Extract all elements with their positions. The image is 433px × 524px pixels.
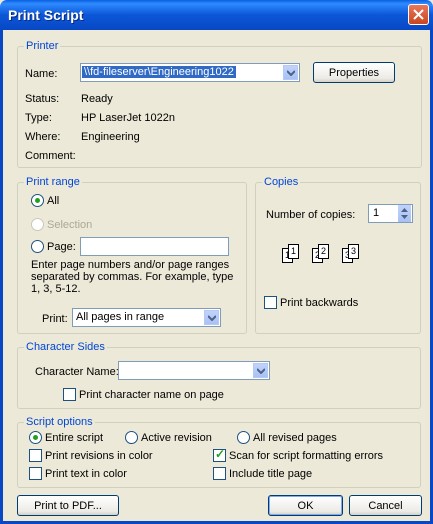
print-range-legend: Print range <box>24 176 82 188</box>
range-page-radio[interactable] <box>31 240 44 253</box>
print-revisions-color-label[interactable]: Print revisions in color <box>45 450 153 462</box>
include-title-page-label[interactable]: Include title page <box>229 468 312 480</box>
comment-label: Comment: <box>25 150 76 162</box>
character-name-select[interactable] <box>118 361 270 380</box>
active-revision-label[interactable]: Active revision <box>141 432 212 444</box>
where-label: Where: <box>25 131 61 143</box>
close-icon <box>413 9 424 20</box>
printer-name-value: \\fd-fileserver\Engineering1022 <box>82 66 236 78</box>
ok-button[interactable]: OK <box>268 495 343 516</box>
printer-name-label: Name: <box>25 68 58 80</box>
spin-arrows-icon <box>401 208 408 219</box>
chevron-down-icon <box>286 69 295 76</box>
range-all-label[interactable]: All <box>47 195 59 207</box>
copies-legend: Copies <box>262 176 301 188</box>
printer-dropdown-button[interactable] <box>283 65 298 80</box>
cancel-label: Cancel <box>368 499 403 512</box>
include-title-page-checkbox[interactable] <box>213 467 226 480</box>
where-value: Engineering <box>81 131 140 143</box>
copies-value: 1 <box>373 207 380 219</box>
page-1-front: 1 <box>288 244 299 259</box>
range-help-line3: 1, 3, 5-12. <box>31 283 81 295</box>
window-title: Print Script <box>8 7 84 23</box>
page-3-front: 3 <box>348 244 359 259</box>
chevron-down-icon <box>207 314 216 321</box>
scan-formatting-errors-label[interactable]: Scan for script formatting errors <box>229 450 383 462</box>
range-selection-radio[interactable] <box>31 218 44 231</box>
print-pages-select[interactable]: All pages in range <box>72 308 221 327</box>
page-2-front: 2 <box>318 244 329 259</box>
all-revised-pages-label[interactable]: All revised pages <box>253 432 337 444</box>
print-pages-dropdown-button[interactable] <box>204 310 219 325</box>
page-range-input[interactable] <box>80 237 229 256</box>
close-button[interactable] <box>408 4 429 25</box>
cancel-button[interactable]: Cancel <box>349 495 422 516</box>
print-pages-label: Print: <box>42 313 68 325</box>
print-to-pdf-label: Print to PDF... <box>34 499 102 512</box>
range-page-label[interactable]: Page: <box>47 241 76 253</box>
character-sides-legend: Character Sides <box>24 341 107 353</box>
print-backwards-checkbox[interactable] <box>264 296 277 309</box>
copies-stepper[interactable]: 1 <box>368 204 413 223</box>
print-pages-value: All pages in range <box>76 311 165 323</box>
print-backwards-label[interactable]: Print backwards <box>280 297 358 309</box>
copies-spin-buttons[interactable] <box>398 205 411 222</box>
print-character-name-checkbox[interactable] <box>63 388 76 401</box>
character-name-dropdown-button[interactable] <box>253 363 268 378</box>
print-text-color-checkbox[interactable] <box>29 467 42 480</box>
printer-name-select[interactable]: \\fd-fileserver\Engineering1022 <box>80 63 300 82</box>
number-of-copies-label: Number of copies: <box>266 209 356 221</box>
range-all-radio[interactable] <box>31 194 44 207</box>
range-help-line2: separated by commas. For example, type <box>31 271 234 283</box>
active-revision-radio[interactable] <box>125 431 138 444</box>
properties-button[interactable]: Properties <box>313 62 395 83</box>
printer-legend: Printer <box>24 40 61 52</box>
entire-script-label[interactable]: Entire script <box>45 432 103 444</box>
scan-formatting-errors-checkbox[interactable]: ✓ <box>213 447 226 462</box>
print-character-name-label[interactable]: Print character name on page <box>79 389 224 401</box>
properties-button-label: Properties <box>328 66 380 79</box>
print-revisions-color-checkbox[interactable] <box>29 449 42 462</box>
entire-script-radio[interactable] <box>29 431 42 444</box>
checkmark-icon: ✓ <box>215 447 226 461</box>
character-name-label: Character Name: <box>35 366 119 378</box>
status-label: Status: <box>25 93 60 105</box>
range-help-line1: Enter page numbers and/or page ranges <box>31 259 230 271</box>
type-label: Type: <box>25 112 52 124</box>
title-bar[interactable]: Print Script <box>0 0 433 30</box>
status-value: Ready <box>81 93 113 105</box>
ok-label: OK <box>297 499 314 512</box>
range-selection-label[interactable]: Selection <box>47 219 92 231</box>
print-text-color-label[interactable]: Print text in color <box>45 468 127 480</box>
type-value: HP LaserJet 1022n <box>81 112 175 124</box>
script-options-legend: Script options <box>24 416 95 428</box>
chevron-down-icon <box>256 367 265 374</box>
all-revised-pages-radio[interactable] <box>237 431 250 444</box>
print-to-pdf-button[interactable]: Print to PDF... <box>17 495 119 516</box>
